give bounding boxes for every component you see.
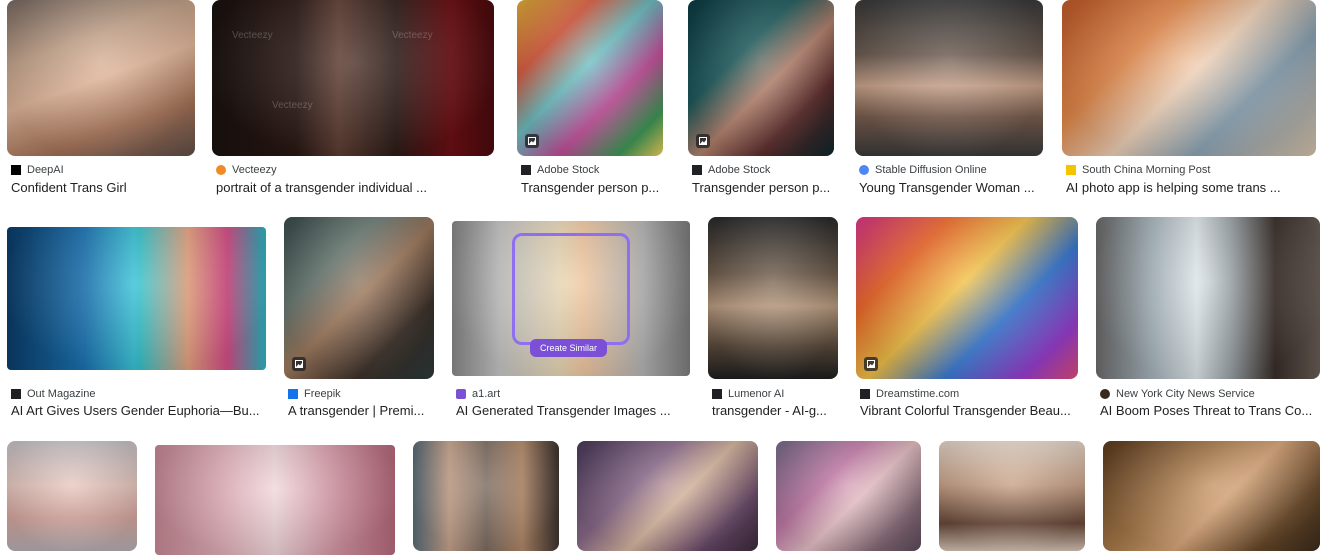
result-source[interactable]: Lumenor AI (712, 388, 838, 400)
result-title[interactable]: AI Art Gives Users Gender Euphoria—Bu... (11, 403, 266, 418)
result-title[interactable]: A transgender | Premi... (288, 403, 428, 418)
watermark: Vecteezy (232, 30, 273, 41)
result-thumbnail[interactable] (7, 0, 195, 156)
watermark: Vecteezy (392, 30, 433, 41)
result-title[interactable]: Transgender person p... (521, 180, 663, 195)
result-thumbnail[interactable]: Create Similar (452, 221, 690, 376)
result-thumbnail[interactable] (776, 441, 921, 551)
image-result[interactable]: DeepAI Confident Trans Girl (7, 0, 195, 200)
result-thumbnail[interactable] (7, 441, 137, 551)
deepai-icon (11, 165, 21, 175)
image-result[interactable]: New York City News Service AI Boom Poses… (1096, 217, 1320, 422)
result-thumbnail[interactable] (155, 445, 395, 555)
result-thumbnail[interactable]: Vecteezy Vecteezy Vecteezy (212, 0, 494, 156)
result-source[interactable]: Stable Diffusion Online (859, 164, 1043, 176)
create-similar-button[interactable]: Create Similar (530, 339, 608, 357)
result-thumbnail[interactable] (708, 217, 838, 379)
image-result[interactable]: Dreamstime.com Vibrant Colorful Transgen… (856, 217, 1078, 422)
nyc-news-icon (1100, 389, 1110, 399)
out-magazine-icon (11, 389, 21, 399)
result-source[interactable]: Adobe Stock (692, 164, 834, 176)
image-badge-icon (864, 357, 878, 371)
image-result[interactable]: Stable Diffusion Online Young Transgende… (855, 0, 1043, 200)
result-thumbnail[interactable] (7, 227, 266, 370)
image-badge-icon (696, 134, 710, 148)
result-source[interactable]: DeepAI (11, 164, 195, 176)
lumenor-icon (712, 389, 722, 399)
result-title[interactable]: Transgender person p... (692, 180, 834, 195)
result-title[interactable]: AI Generated Transgender Images ... (456, 403, 678, 418)
result-thumbnail[interactable] (1062, 0, 1316, 156)
freepik-icon (288, 389, 298, 399)
result-title[interactable]: portrait of a transgender individual ... (216, 180, 436, 195)
image-result[interactable] (413, 441, 559, 551)
watermark: Vecteezy (272, 100, 313, 111)
result-source[interactable]: Adobe Stock (521, 164, 663, 176)
result-thumbnail[interactable] (856, 217, 1078, 379)
image-result[interactable]: Lumenor AI transgender - AI-g... (708, 217, 838, 422)
preview-frame (512, 233, 630, 345)
image-result[interactable]: Adobe Stock Transgender person p... (517, 0, 663, 200)
scmp-icon (1066, 165, 1076, 175)
result-title[interactable]: AI photo app is helping some trans ... (1066, 180, 1288, 195)
image-result[interactable]: Create Similar a1.art AI Generated Trans… (452, 217, 690, 422)
image-result[interactable] (1103, 441, 1320, 551)
result-source[interactable]: Freepik (288, 388, 434, 400)
result-source[interactable]: Out Magazine (11, 388, 266, 400)
result-title[interactable]: Young Transgender Woman ... (859, 180, 1039, 195)
image-result[interactable]: Adobe Stock Transgender person p... (688, 0, 834, 200)
image-result[interactable] (939, 441, 1085, 551)
result-thumbnail[interactable] (939, 441, 1085, 551)
image-result[interactable]: Out Magazine AI Art Gives Users Gender E… (7, 217, 266, 422)
result-source[interactable]: New York City News Service (1100, 388, 1320, 400)
result-source[interactable]: South China Morning Post (1066, 164, 1316, 176)
result-title[interactable]: Confident Trans Girl (11, 180, 195, 195)
image-result[interactable] (7, 441, 137, 551)
result-thumbnail[interactable] (413, 441, 559, 551)
result-thumbnail[interactable] (688, 0, 834, 156)
adobe-stock-icon (521, 165, 531, 175)
image-result[interactable] (155, 441, 395, 555)
result-thumbnail[interactable] (1103, 441, 1320, 551)
vecteezy-icon (216, 165, 226, 175)
dreamstime-icon (860, 389, 870, 399)
result-source[interactable]: Dreamstime.com (860, 388, 1078, 400)
result-thumbnail[interactable] (577, 441, 758, 551)
a1-art-icon (456, 389, 466, 399)
image-result[interactable] (577, 441, 758, 551)
image-result[interactable] (776, 441, 921, 551)
result-thumbnail[interactable] (855, 0, 1043, 156)
result-thumbnail[interactable] (1096, 217, 1320, 379)
result-source[interactable]: Vecteezy (216, 164, 494, 176)
result-title[interactable]: AI Boom Poses Threat to Trans Co... (1100, 403, 1318, 418)
image-badge-icon (525, 134, 539, 148)
image-result[interactable]: Vecteezy Vecteezy Vecteezy Vecteezy port… (212, 0, 494, 200)
image-result[interactable]: Freepik A transgender | Premi... (284, 217, 434, 422)
image-badge-icon (292, 357, 306, 371)
result-title[interactable]: transgender - AI-g... (712, 403, 838, 418)
result-thumbnail[interactable] (284, 217, 434, 379)
stable-diffusion-icon (859, 165, 869, 175)
result-thumbnail[interactable] (517, 0, 663, 156)
adobe-stock-icon (692, 165, 702, 175)
image-result[interactable]: South China Morning Post AI photo app is… (1062, 0, 1316, 200)
result-title[interactable]: Vibrant Colorful Transgender Beau... (860, 403, 1078, 418)
result-source[interactable]: a1.art (456, 388, 690, 400)
